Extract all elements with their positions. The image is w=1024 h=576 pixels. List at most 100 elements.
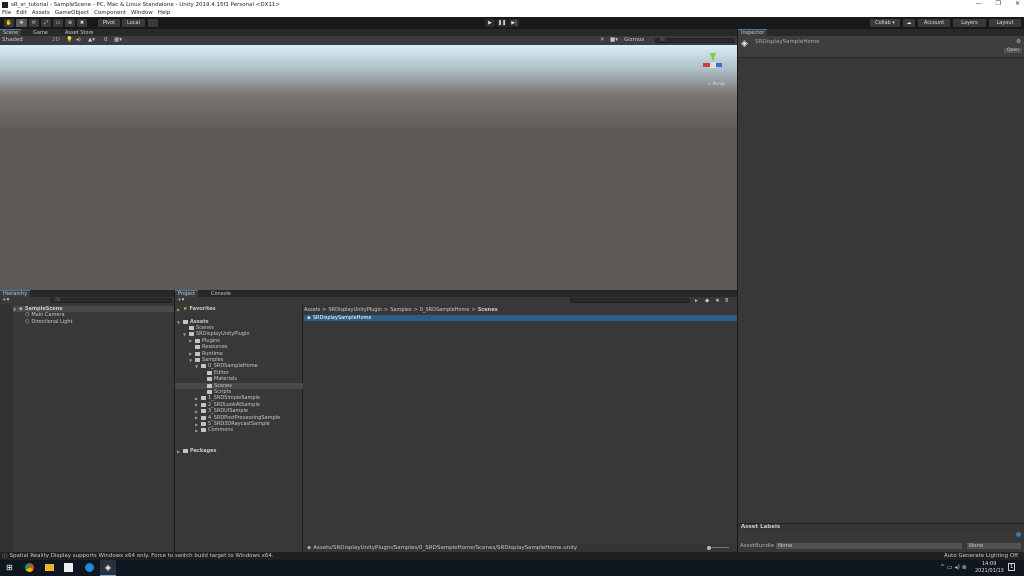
unity-editor-taskbar-icon[interactable]: ◈ — [100, 560, 116, 576]
pivot-toggle[interactable]: Pivot — [98, 19, 120, 27]
menu-edit[interactable]: Edit — [16, 10, 27, 16]
2d-toggle[interactable]: 2D — [52, 37, 60, 43]
label-tag-icon[interactable] — [1016, 532, 1021, 537]
tools-icon[interactable]: ✕ — [600, 37, 605, 43]
persp-label[interactable]: < Persp — [707, 82, 725, 87]
tab-scene[interactable]: Scene — [0, 29, 22, 36]
notification-icon[interactable]: 1 — [1008, 563, 1016, 571]
close-button[interactable]: ✕ — [1015, 0, 1020, 7]
collab-dropdown[interactable]: Collab ▾ — [870, 19, 900, 27]
y-axis-icon[interactable] — [710, 53, 716, 62]
shading-mode-dropdown[interactable]: Shaded — [2, 37, 47, 43]
layers-dropdown[interactable]: Layers — [953, 19, 986, 27]
hidden-packages-count[interactable]: 8 — [725, 298, 729, 304]
favorites-item[interactable]: ▶ ★ Favorites — [177, 306, 216, 312]
scene-gizmo[interactable] — [703, 53, 723, 73]
audio-toggle-icon[interactable]: ◂) — [76, 37, 81, 43]
cloud-icon[interactable]: ☁ — [903, 19, 915, 27]
folder-item[interactable]: Scenes — [175, 325, 303, 331]
folder-item[interactable]: ▶ Plugins — [175, 338, 303, 344]
settings-icon[interactable]: ⚙ — [1016, 39, 1021, 45]
folder-item[interactable]: ▼ SRDisplayUnityPlugin — [175, 331, 303, 337]
hierarchy-search-input[interactable]: All — [50, 298, 172, 303]
menu-gameobject[interactable]: GameObject — [55, 10, 89, 16]
folder-item[interactable]: ▶ Commons — [175, 427, 303, 433]
breadcrumb-item[interactable]: Assets — [304, 307, 320, 313]
folder-item[interactable]: ▶ Runtime — [175, 351, 303, 357]
play-button[interactable]: ▶ — [485, 19, 495, 27]
menu-help[interactable]: Help — [158, 10, 171, 16]
tab-asset-store[interactable]: Asset Store — [62, 29, 96, 36]
move-tool-button[interactable]: ✥ — [16, 19, 27, 27]
folder-item[interactable]: ▶ 3_SRDUISample — [175, 408, 303, 414]
hierarchy-item[interactable]: ⬡ Directional Light — [25, 319, 72, 325]
folder-item[interactable]: Materials — [175, 376, 303, 382]
breadcrumb-item[interactable]: Samples — [390, 307, 411, 313]
edge-icon[interactable] — [85, 563, 94, 572]
slider-handle[interactable] — [707, 545, 711, 550]
folder-item[interactable]: ▶ 5_SRD3DRaycastSample — [175, 421, 303, 427]
expand-arrow-icon[interactable]: ▼ — [189, 358, 193, 363]
scene-search-input[interactable]: All — [655, 38, 735, 43]
hand-tool-button[interactable]: ✋ — [4, 19, 14, 27]
favorite-icon[interactable]: ★ — [715, 298, 720, 304]
unity-hub-icon[interactable] — [64, 563, 73, 572]
scale-tool-button[interactable]: ⤢ — [41, 19, 51, 27]
tab-hierarchy[interactable]: Hierarchy — [0, 290, 31, 297]
rotate-tool-button[interactable]: ⟳ — [29, 19, 39, 27]
tab-game[interactable]: Game — [30, 29, 51, 36]
lighting-status[interactable]: Auto Generate Lighting Off — [944, 553, 1018, 559]
tab-project[interactable]: Project — [175, 290, 199, 297]
assetbundle-dropdown[interactable]: None — [776, 543, 962, 549]
local-toggle[interactable]: Local — [122, 19, 145, 27]
hidden-objects-count[interactable]: 0 — [104, 37, 108, 43]
icon-size-slider[interactable] — [707, 545, 729, 550]
maximize-button[interactable]: ❐ — [996, 0, 1001, 7]
open-button[interactable]: Open — [1003, 48, 1022, 53]
effects-toggle-icon[interactable]: ▲▾ — [88, 37, 95, 43]
menu-window[interactable]: Window — [131, 10, 153, 16]
expand-arrow-icon[interactable]: ▼ — [183, 332, 187, 337]
tab-console[interactable]: Console — [208, 290, 234, 297]
create-button[interactable]: +▾ — [177, 297, 184, 303]
filter-label-icon[interactable]: ◆ — [705, 298, 709, 304]
rect-tool-button[interactable]: ▭ — [53, 19, 63, 27]
hierarchy-item[interactable]: ⬡ Main Camera — [25, 312, 65, 318]
system-tray-icons[interactable]: ^ ▭ ◂) ⊗ — [940, 564, 967, 571]
expand-arrow-icon[interactable]: ▶ — [189, 351, 193, 356]
clock-date[interactable]: 2021/01/13 — [975, 568, 1004, 574]
clock-time[interactable]: 14:09 — [982, 561, 996, 567]
snap-button[interactable] — [148, 19, 158, 27]
folder-item[interactable]: Scenes — [175, 382, 303, 389]
expand-arrow-icon[interactable]: ▶ — [195, 402, 199, 407]
pause-button[interactable]: ❚❚ — [497, 19, 507, 27]
folder-item[interactable]: Resources — [175, 344, 303, 350]
expand-arrow-icon[interactable]: ▶ — [195, 409, 199, 414]
filter-type-icon[interactable]: ▸ — [695, 298, 698, 304]
menu-assets[interactable]: Assets — [32, 10, 50, 16]
menu-file[interactable]: File — [2, 10, 11, 16]
windows-start-icon[interactable]: ⊞ — [6, 563, 13, 572]
folder-item[interactable]: ▶ 1_SRDSimpleSample — [175, 395, 303, 401]
expand-arrow-icon[interactable]: ▶ — [195, 396, 199, 401]
minimize-button[interactable]: — — [976, 0, 982, 7]
grid-toggle-icon[interactable]: ▦▾ — [114, 37, 122, 43]
camera-icon[interactable]: ■▾ — [610, 37, 618, 43]
folder-item[interactable]: ▶ 4_SRDPostProcessingSample — [175, 415, 303, 421]
folder-item[interactable]: Editor — [175, 370, 303, 376]
transform-tool-button[interactable]: ⊕ — [65, 19, 75, 27]
packages-item[interactable]: ▶ Packages — [177, 448, 217, 454]
variant-dropdown[interactable]: None — [967, 543, 1021, 549]
expand-arrow-icon[interactable]: ▶ — [189, 338, 193, 343]
folder-item[interactable]: Scripts — [175, 389, 303, 395]
expand-arrow-icon[interactable]: ▶ — [195, 428, 199, 433]
step-button[interactable]: ▶| — [509, 19, 519, 27]
breadcrumb-item[interactable]: SRDisplayUnityPlugin — [328, 307, 382, 313]
menu-component[interactable]: Component — [94, 10, 126, 16]
layout-dropdown[interactable]: Layout — [989, 19, 1021, 27]
folder-item[interactable]: ▼ Samples — [175, 357, 303, 363]
expand-arrow-icon[interactable]: ▶ — [195, 422, 199, 427]
lighting-toggle-icon[interactable]: 💡 — [66, 37, 73, 43]
chrome-icon[interactable] — [25, 563, 34, 572]
asset-labels-header[interactable]: Asset Labels — [738, 523, 1024, 530]
